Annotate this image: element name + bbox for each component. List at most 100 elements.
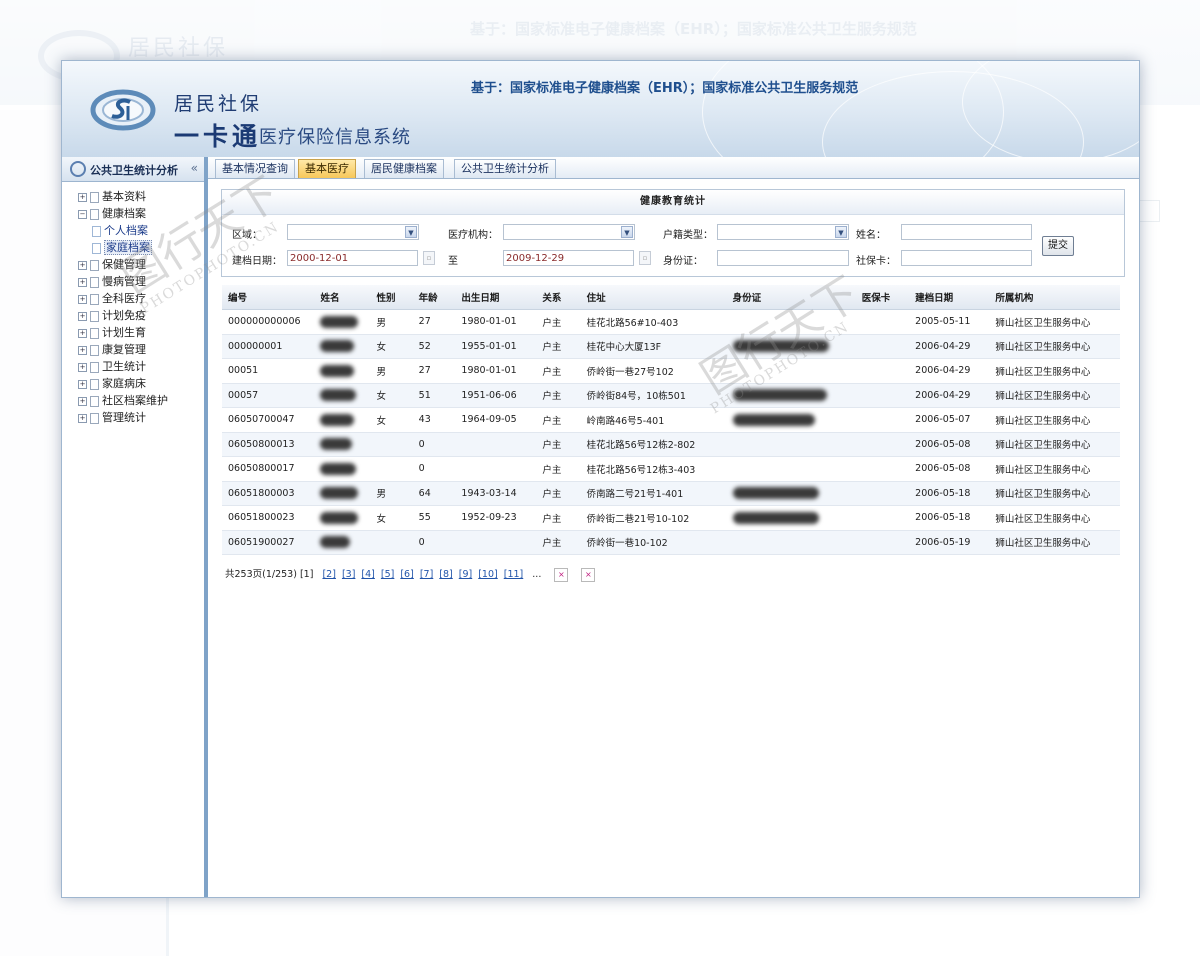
submit-button[interactable]: 提交 (1042, 236, 1074, 256)
id-input[interactable] (717, 250, 849, 266)
expand-icon[interactable]: + (78, 277, 87, 287)
cell-age: 27 (412, 309, 456, 335)
hukou-select[interactable]: ▼ (717, 224, 849, 240)
expand-icon[interactable]: + (78, 362, 87, 372)
region-select[interactable]: ▼ (287, 224, 419, 240)
sidebar-item[interactable]: + 慢病管理 (78, 273, 204, 290)
nav-tree: + 基本资料 − 健康档案 个人档案 家庭档案 + 保健管理 + 慢病管理 + 全科医疗 + 计划免疫 + 计… (62, 182, 204, 426)
sidebar-item-label: 慢病管理 (102, 275, 146, 288)
sidebar-item[interactable]: + 计划免疫 (78, 307, 204, 324)
sidebar-item[interactable]: 个人档案 (78, 222, 204, 239)
cell-id: 06051900027 (222, 530, 315, 555)
expand-icon[interactable]: + (78, 294, 87, 304)
page-link[interactable]: [11] (504, 569, 524, 580)
document-icon (90, 276, 99, 288)
chevron-down-icon: ▼ (835, 226, 847, 238)
page-link[interactable]: [10] (478, 569, 498, 580)
cell-org: 狮山社区卫生服务中心 (989, 383, 1120, 408)
page-link[interactable]: [4] (361, 569, 374, 580)
cell-name-redacted (314, 530, 371, 555)
column-header[interactable]: 编号 (222, 285, 315, 310)
date-from-input[interactable]: 2000-12-01 (287, 250, 418, 266)
tab[interactable]: 居民健康档案 (364, 159, 444, 178)
sidebar-item[interactable]: + 基本资料 (78, 188, 204, 205)
tab[interactable]: 基本情况查询 (215, 159, 295, 178)
date-to-input[interactable]: 2009-12-29 (503, 250, 634, 266)
page-link[interactable]: [6] (400, 569, 413, 580)
sidebar-item[interactable]: + 社区档案维护 (78, 392, 204, 409)
current-page: [1] (299, 569, 314, 580)
search-icon (70, 161, 86, 177)
org-select[interactable]: ▼ (503, 224, 635, 240)
column-header[interactable]: 性别 (370, 285, 413, 310)
table-row[interactable]: 00051 男 27 1980-01-01 户主 侨岭街一巷27号102 2006-04-2… (222, 358, 1120, 384)
expand-icon[interactable]: + (78, 260, 87, 270)
last-page-icon[interactable]: × (581, 567, 596, 582)
expand-icon[interactable]: + (78, 311, 87, 321)
cell-medical-card (855, 530, 910, 555)
expand-icon[interactable]: + (78, 328, 87, 338)
sidebar-item[interactable]: + 全科医疗 (78, 290, 204, 307)
sidebar-item-label: 个人档案 (104, 224, 148, 237)
sidebar-item[interactable]: + 管理统计 (78, 409, 204, 426)
table-row[interactable]: 06051900027 0 户主 侨岭街一巷10-102 2006-05-19 狮山社区卫… (222, 530, 1120, 555)
column-header[interactable]: 关系 (536, 285, 581, 310)
sidebar-item-label: 全科医疗 (102, 292, 146, 305)
date-label: 建档日期： (232, 256, 282, 267)
cell-gender: 男 (370, 358, 413, 384)
calendar-icon[interactable]: ▫ (423, 251, 435, 265)
chevron-down-icon: ▼ (621, 226, 633, 238)
collapse-sidebar-button[interactable]: « (191, 161, 198, 175)
expand-icon[interactable]: + (78, 345, 87, 355)
table-row[interactable]: 00057 女 51 1951-06-06 户主 侨岭街84号，10栋501 2006-04… (222, 383, 1120, 408)
sidebar-item[interactable]: + 卫生统计 (78, 358, 204, 375)
table-row[interactable]: 000000001 女 52 1955-01-01 户主 桂花中心大厦13F 2006-04… (222, 334, 1120, 359)
column-header[interactable]: 医保卡 (855, 285, 910, 310)
cell-org: 狮山社区卫生服务中心 (989, 456, 1120, 482)
table-row[interactable]: 000000000006 男 27 1980-01-01 户主 桂花北路56#10-403… (222, 309, 1120, 335)
table-row[interactable]: 06051800003 男 64 1943-03-14 户主 侨南路二号21号1-401 2… (222, 481, 1120, 506)
page-link[interactable]: [8] (439, 569, 452, 580)
column-header[interactable]: 姓名 (314, 285, 371, 310)
next-page-icon[interactable]: × (554, 567, 569, 582)
column-header[interactable]: 出生日期 (455, 285, 537, 310)
table-row[interactable]: 06051800023 女 55 1952-09-23 户主 侨岭街二巷21号10-102… (222, 505, 1120, 531)
cell-id-card-redacted (726, 358, 856, 384)
cell-org: 狮山社区卫生服务中心 (989, 432, 1120, 457)
tab[interactable]: 公共卫生统计分析 (454, 159, 556, 178)
table-row[interactable]: 06050700047 女 43 1964-09-05 户主 岭南路46号5-401 200… (222, 407, 1120, 433)
expand-icon[interactable]: + (78, 192, 87, 202)
page-link[interactable]: [3] (342, 569, 355, 580)
table-row[interactable]: 06050800013 0 户主 桂花北路56号12栋2-802 2006-05-08 狮… (222, 432, 1120, 457)
sidebar-item[interactable]: 家庭档案 (78, 239, 204, 256)
cell-medical-card (855, 358, 910, 384)
cell-id-card-redacted (726, 334, 856, 359)
sidebar-item[interactable]: + 保健管理 (78, 256, 204, 273)
cell-org: 狮山社区卫生服务中心 (989, 505, 1120, 531)
tab[interactable]: 基本医疗 (298, 159, 356, 178)
card-input[interactable] (901, 250, 1032, 266)
column-header[interactable]: 建档日期 (909, 285, 990, 310)
cell-org: 狮山社区卫生服务中心 (989, 334, 1120, 359)
column-header[interactable]: 身份证 (726, 285, 856, 310)
collapse-icon[interactable]: − (78, 209, 87, 219)
table-row[interactable]: 06050800017 0 户主 桂花北路56号12栋3-403 2006-05-08 狮… (222, 456, 1120, 482)
sidebar-item[interactable]: − 健康档案 (78, 205, 204, 222)
sidebar-item[interactable]: + 康复管理 (78, 341, 204, 358)
page-link[interactable]: [2] (322, 569, 335, 580)
page-link[interactable]: [5] (381, 569, 394, 580)
column-header[interactable]: 年龄 (412, 285, 456, 310)
expand-icon[interactable]: + (78, 396, 87, 406)
sidebar-item[interactable]: + 家庭病床 (78, 375, 204, 392)
page-link[interactable]: [9] (459, 569, 472, 580)
expand-icon[interactable]: + (78, 413, 87, 423)
document-icon (90, 310, 99, 322)
expand-icon[interactable]: + (78, 379, 87, 389)
cell-id: 000000001 (222, 334, 315, 359)
name-input[interactable] (901, 224, 1032, 240)
column-header[interactable]: 所属机构 (989, 285, 1120, 310)
sidebar-item[interactable]: + 计划生育 (78, 324, 204, 341)
column-header[interactable]: 住址 (580, 285, 727, 310)
calendar-icon[interactable]: ▫ (639, 251, 651, 265)
page-link[interactable]: [7] (420, 569, 433, 580)
